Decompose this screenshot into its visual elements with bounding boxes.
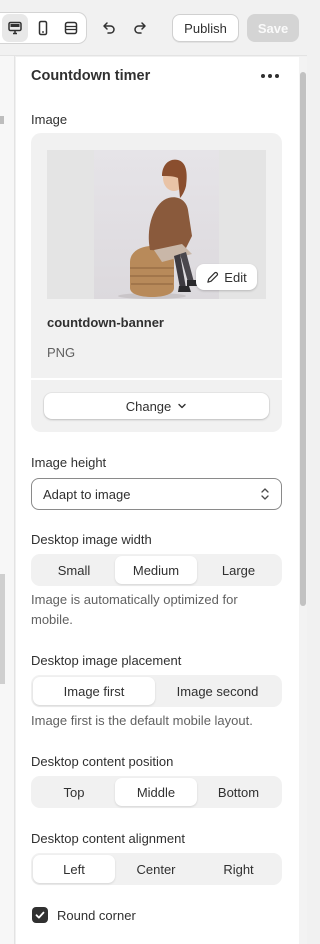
save-button[interactable]: Save	[247, 14, 299, 42]
image-file-type: PNG	[47, 345, 76, 360]
image-card-divider	[31, 378, 282, 380]
mobile-view-button[interactable]	[30, 14, 56, 42]
mobile-icon	[38, 20, 48, 36]
desktop-content-alignment-control: Left Center Right	[31, 853, 282, 885]
desktop-image-placement-label: Desktop image placement	[31, 653, 182, 668]
position-option-middle[interactable]: Middle	[115, 778, 197, 806]
round-corner-label[interactable]: Round corner	[57, 908, 136, 923]
edit-image-label: Edit	[224, 269, 247, 285]
preview-edge-marker	[0, 116, 4, 124]
desktop-image-width-help: Image is automatically optimized for mob…	[31, 592, 238, 627]
width-option-large[interactable]: Large	[197, 556, 280, 584]
desktop-content-position-control: Top Middle Bottom	[31, 776, 282, 808]
width-option-medium[interactable]: Medium	[115, 556, 197, 584]
change-image-label: Change	[125, 398, 172, 414]
position-option-bottom[interactable]: Bottom	[197, 778, 280, 806]
placement-option-image-second[interactable]: Image second	[155, 677, 280, 705]
image-file-name: countdown-banner	[47, 315, 164, 330]
undo-icon	[103, 22, 115, 34]
image-label: Image	[31, 112, 68, 127]
image-height-label: Image height	[31, 455, 107, 470]
desktop-content-alignment-label: Desktop content alignment	[31, 831, 185, 846]
select-arrows-icon	[261, 488, 269, 500]
redo-button[interactable]	[127, 14, 153, 42]
desktop-icon	[8, 21, 22, 35]
desktop-image-placement-help: Image first is the default mobile layout…	[31, 713, 253, 728]
width-option-small[interactable]: Small	[33, 556, 115, 584]
redo-icon	[134, 22, 146, 34]
preview-edge	[0, 56, 15, 944]
more-horizontal-icon[interactable]	[258, 66, 282, 86]
desktop-image-placement-control: Image first Image second	[31, 675, 282, 707]
fullscreen-icon	[64, 21, 78, 35]
publish-button[interactable]: Publish	[172, 14, 239, 42]
alignment-option-left[interactable]: Left	[33, 855, 115, 883]
desktop-image-width-label: Desktop image width	[31, 532, 152, 547]
undo-button[interactable]	[96, 14, 122, 42]
pencil-icon	[207, 271, 219, 283]
section-title: Countdown timer	[31, 68, 151, 84]
image-height-select[interactable]: Adapt to image	[31, 478, 282, 510]
fullscreen-view-button[interactable]	[58, 14, 84, 42]
desktop-content-position-label: Desktop content position	[31, 754, 174, 769]
chevron-down-icon	[178, 403, 186, 409]
placement-option-image-first[interactable]: Image first	[33, 677, 155, 705]
editor-toolbar: Publish Save	[0, 0, 307, 56]
preview-edge-bar	[0, 574, 5, 684]
round-corner-checkbox[interactable]	[32, 907, 48, 923]
desktop-view-button[interactable]	[2, 14, 28, 42]
edit-image-button[interactable]: Edit	[196, 264, 257, 290]
view-mode-switcher	[0, 12, 87, 44]
alignment-option-right[interactable]: Right	[197, 855, 280, 883]
panel-scrollbar-thumb[interactable]	[300, 72, 306, 606]
desktop-image-width-control: Small Medium Large	[31, 554, 282, 586]
change-image-button[interactable]: Change	[44, 393, 269, 419]
alignment-option-center[interactable]: Center	[115, 855, 197, 883]
image-height-value: Adapt to image	[43, 486, 131, 502]
position-option-top[interactable]: Top	[33, 778, 115, 806]
checkmark-icon	[35, 911, 45, 919]
